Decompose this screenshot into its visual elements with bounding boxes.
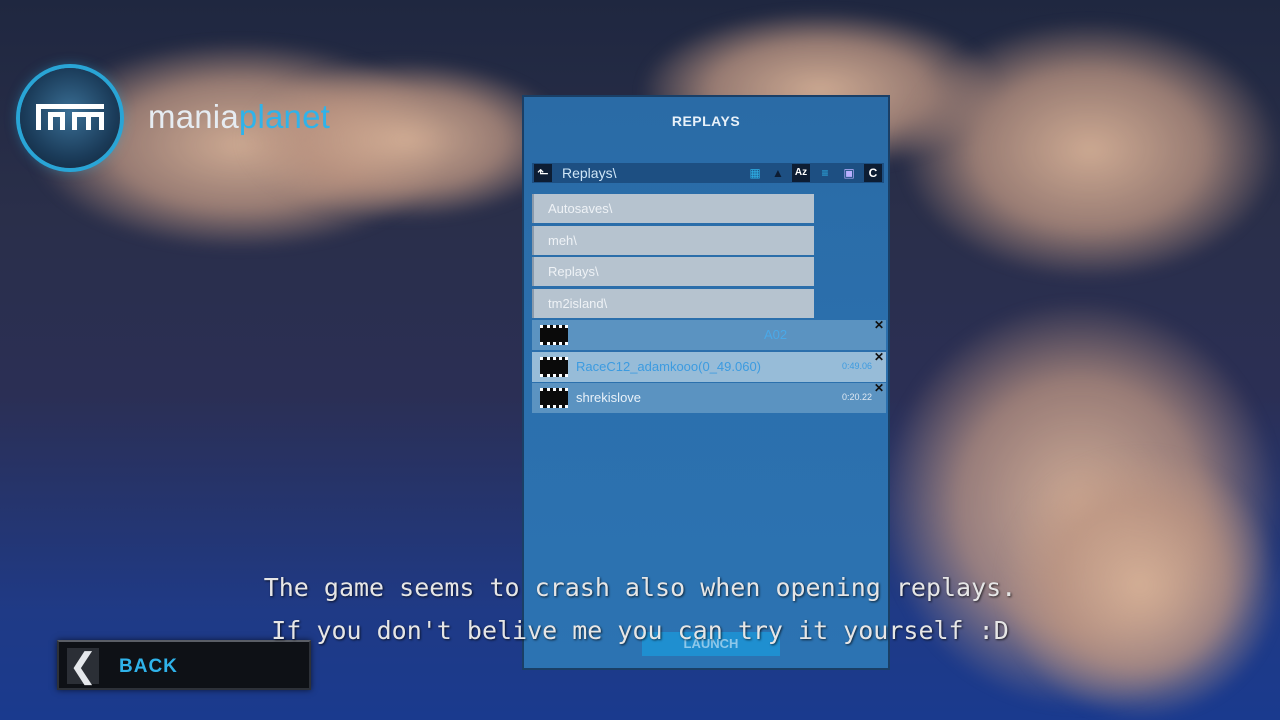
folder-name: Autosaves\ — [548, 201, 613, 216]
film-icon — [540, 325, 568, 345]
tree-view-icon[interactable]: ≡ — [816, 164, 834, 182]
replay-name: RaceC12_adamkooo(0_49.060) — [576, 359, 762, 374]
back-button[interactable]: ❮ BACK — [57, 640, 311, 690]
mp-glyph-icon — [36, 104, 104, 130]
brand-wordmark: maniaplanet — [148, 98, 330, 136]
replay-name: shrekislove — [576, 390, 642, 405]
refresh-icon[interactable]: C — [864, 164, 882, 182]
path-bar: ⬑ Replays\ ▦ ▲ Az ≡ ▣ C — [532, 163, 884, 183]
folder-item[interactable]: Autosaves\ — [532, 194, 814, 223]
maniaplanet-logo — [20, 68, 120, 168]
subtitle-line: If you don't belive me you can try it yo… — [271, 616, 1009, 645]
cloud — [900, 20, 1280, 280]
folder-item[interactable]: tm2island\ — [532, 289, 814, 318]
replay-name: A02 — [764, 327, 788, 342]
brand-part-2: planet — [238, 98, 331, 135]
delete-icon[interactable]: ✕ — [874, 350, 884, 364]
panel-title: REPLAYS — [671, 113, 741, 129]
film-icon — [540, 357, 568, 377]
back-label: BACK — [119, 656, 178, 677]
delete-icon[interactable]: ✕ — [874, 318, 884, 332]
sort-alpha-icon[interactable]: Az — [792, 164, 810, 182]
replay-file-item[interactable]: RaceC12_adamkooo(0_49.060) 0:49.06 ✕ — [532, 350, 886, 382]
parent-folder-button[interactable]: ⬑ — [534, 164, 552, 182]
grid-view-icon[interactable]: ▦ — [746, 164, 764, 182]
replay-time: 0:20.22 — [841, 392, 872, 402]
delete-icon[interactable]: ✕ — [874, 381, 884, 395]
folder-item[interactable]: meh\ — [532, 226, 814, 255]
folder-item[interactable]: Replays\ — [532, 257, 814, 286]
folder-name: meh\ — [548, 233, 577, 248]
folder-name: Replays\ — [548, 264, 599, 279]
archive-icon[interactable]: ▣ — [840, 164, 858, 182]
folder-name: tm2island\ — [548, 296, 608, 311]
chevron-left-icon: ❮ — [67, 647, 99, 685]
brand-part-1: mania — [148, 98, 239, 135]
sort-up-icon[interactable]: ▲ — [769, 164, 787, 182]
subtitle-line: The game seems to crash also when openin… — [263, 573, 1017, 602]
film-icon — [540, 388, 568, 408]
current-path: Replays\ — [562, 165, 617, 181]
replay-file-item[interactable]: A02 ✕ — [532, 318, 886, 350]
replay-file-item[interactable]: shrekislove 0:20.22 ✕ — [532, 381, 886, 413]
cloud — [240, 60, 570, 220]
replay-time: 0:49.06 — [841, 361, 872, 371]
